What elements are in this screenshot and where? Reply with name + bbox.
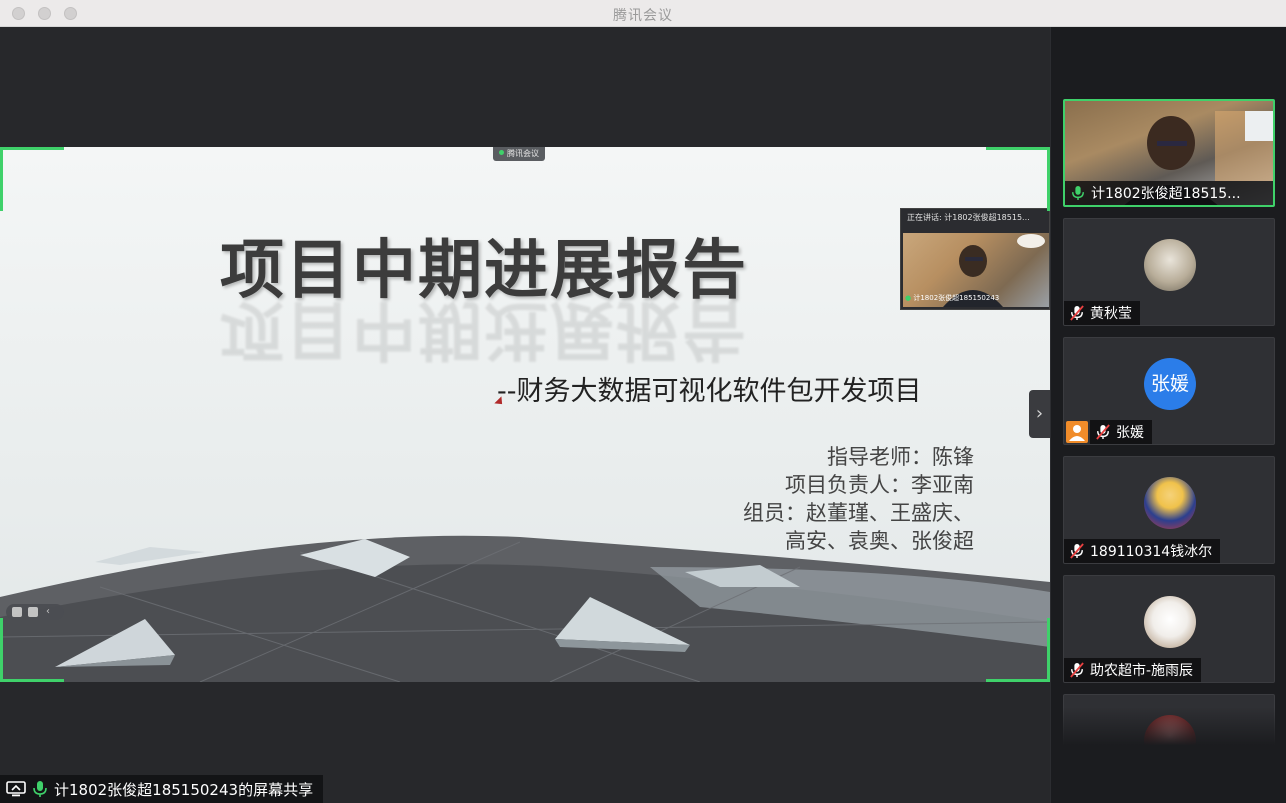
mic-muted-icon [1070, 543, 1084, 559]
participant-name: 计1802张俊超18515... [1091, 186, 1241, 202]
speaking-label: 正在讲话: 计1802张俊超18515... [907, 213, 1030, 222]
participant-tile[interactable]: 助农超市-施雨辰 [1063, 575, 1275, 683]
mic-muted-icon [1070, 662, 1084, 678]
slide-title-reflection: 项目中期进展报告 [220, 292, 748, 366]
participant-tile[interactable]: 189110314钱冰尔 [1063, 456, 1275, 564]
shared-slide: 腾讯会议 项目中期进展报告 项目中期进展报告 --财务大数据可视化软件包开发项目… [0, 147, 1050, 682]
slide-info-line: 指导老师：陈锋 [827, 445, 974, 469]
chevron-right-icon: › [1035, 403, 1044, 424]
participants-panel: 计1802张俊超18515... 黄秋莹 张媛 张媛 189110314钱冰尔 … [1050, 27, 1286, 803]
slide-mini-toolbar[interactable]: ‹ [6, 604, 64, 620]
slide-info-line: 组员：赵董瑾、王盛庆、 [743, 501, 974, 525]
participant-avatar [1144, 239, 1196, 291]
participant-name-bar: 189110314钱冰尔 [1064, 539, 1221, 563]
layout-icon[interactable] [28, 607, 38, 617]
window-titlebar: 腾讯会议 [0, 0, 1286, 27]
mic-muted-icon [1096, 424, 1110, 440]
mic-muted-icon [1070, 305, 1084, 321]
participant-avatar [1144, 596, 1196, 648]
participant-avatar [1144, 477, 1196, 529]
participant-tile[interactable]: 张媛 张媛 [1063, 337, 1275, 445]
participant-name-bar: 张媛 [1090, 420, 1152, 444]
speaker-float-window[interactable]: 正在讲话: 计1802张俊超18515... ● 计1802张俊超1851502… [900, 208, 1050, 310]
participant-name: 黄秋莹 [1090, 306, 1132, 322]
person-icon [1066, 421, 1088, 443]
participant-name-bar: 助农超市-施雨辰 [1064, 658, 1202, 682]
participant-name-bar: 黄秋莹 [1064, 301, 1140, 325]
chevron-left-icon[interactable]: ‹ [46, 607, 56, 617]
participant-tile[interactable]: 计1802张俊超18515... [1063, 99, 1275, 207]
speaker-caption: ● 计1802张俊超185150243 [905, 294, 1000, 302]
participant-tile[interactable]: 黄秋莹 [1063, 218, 1275, 326]
slide-roof-image [0, 535, 1050, 682]
screen-share-icon [6, 781, 26, 797]
share-source-tag: 腾讯会议 [493, 147, 545, 161]
next-page-button[interactable]: › [1029, 390, 1050, 438]
mic-on-icon [1072, 186, 1084, 200]
participant-name: 189110314钱冰尔 [1090, 544, 1213, 560]
mic-on-icon [33, 781, 47, 797]
slide-subtitle: --财务大数据可视化软件包开发项目 [497, 376, 922, 407]
participant-name: 助农超市-施雨辰 [1090, 663, 1194, 679]
participant-avatar: 张媛 [1144, 358, 1196, 410]
record-icon[interactable] [12, 607, 22, 617]
window-title: 腾讯会议 [613, 8, 673, 24]
mic-on-icon: ● [905, 294, 912, 302]
participant-name-bar: 计1802张俊超18515... [1065, 181, 1273, 205]
participant-name: 张媛 [1116, 425, 1144, 441]
screen-share-status-bar[interactable]: 计1802张俊超185150243的屏幕共享 [0, 775, 324, 803]
slide-info-line: 项目负责人：李亚南 [785, 473, 974, 497]
panel-scroll-fade [1051, 707, 1286, 803]
screen-share-label: 计1802张俊超185150243的屏幕共享 [54, 780, 314, 799]
